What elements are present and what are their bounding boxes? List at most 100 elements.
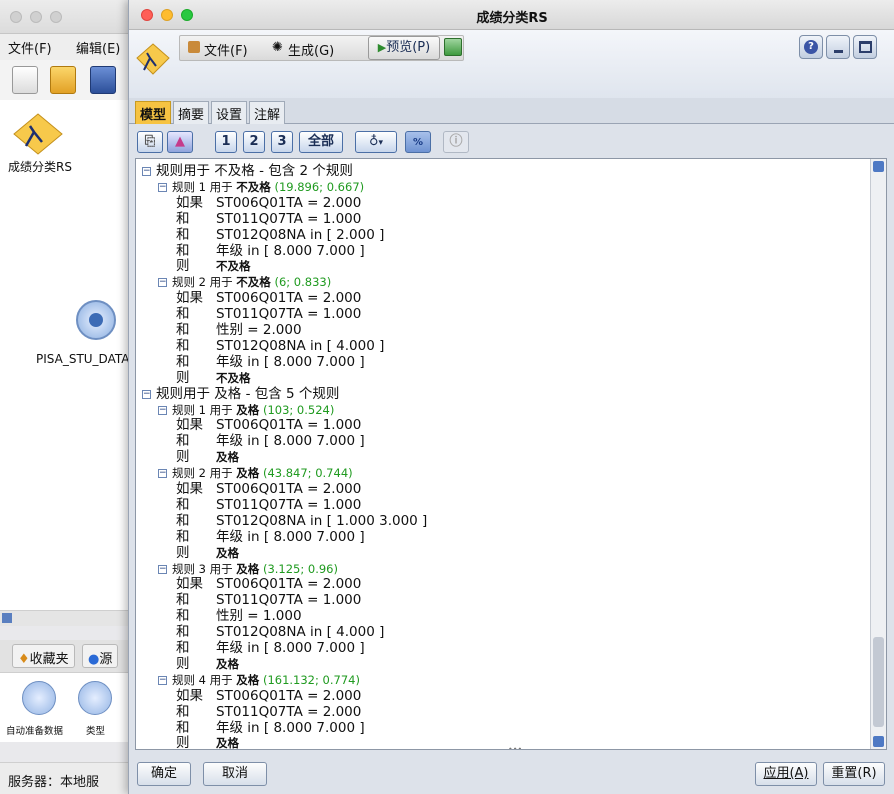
vertical-scrollbar[interactable] bbox=[870, 159, 886, 749]
tab-model[interactable]: 模型 bbox=[135, 101, 172, 124]
cancel-button[interactable]: 取消 bbox=[203, 762, 267, 786]
rule-group-title: 规则用于 不及格 - 包含 2 个规则 bbox=[156, 163, 353, 179]
rule-keyword: 则 bbox=[176, 258, 190, 275]
collapse-icon[interactable]: − bbox=[158, 675, 167, 685]
help-button[interactable]: ? bbox=[799, 35, 823, 59]
rule-row[interactable]: − 规则 2 用于 不及格 (6; 0.833) bbox=[158, 274, 331, 290]
chevron-down-icon: ▾ bbox=[378, 138, 384, 148]
expand-all-button[interactable]: 全部 bbox=[299, 131, 343, 153]
rule-keyword: 和 bbox=[176, 640, 190, 656]
rule-condition: 性别 = 1.000 bbox=[216, 608, 302, 625]
dialog-titlebar: 成绩分类RS bbox=[129, 0, 894, 30]
rule-condition: ST006Q01TA = 2.000 bbox=[216, 290, 362, 307]
rule-target: 不及格 bbox=[236, 179, 271, 194]
scroll-left-icon[interactable] bbox=[2, 613, 12, 623]
scroll-thumb[interactable] bbox=[873, 637, 884, 727]
model-dialog: 成绩分类RS 文件(F) ✺ 生成(G) ▶预览(P) ? 模型 摘要 设置 注… bbox=[128, 0, 894, 794]
rule-consequent: 不及格 bbox=[216, 370, 251, 385]
rule-condition: ST006Q01TA = 2.000 bbox=[216, 576, 362, 593]
tab-annotations[interactable]: 注解 bbox=[249, 101, 286, 124]
tab-sources[interactable]: ●源 bbox=[82, 644, 119, 668]
minimize-button[interactable] bbox=[826, 35, 850, 59]
rule-row[interactable]: − 规则 3 用于 及格 (3.125; 0.96) bbox=[158, 561, 338, 577]
scroll-down-icon[interactable] bbox=[873, 736, 884, 747]
rule-consequent-row: 则 及格 bbox=[176, 545, 239, 561]
rule-stats: (3.125; 0.96) bbox=[259, 561, 338, 576]
data-source-icon[interactable] bbox=[76, 300, 116, 340]
rule-condition-row: 和 ST011Q07TA = 2.000 bbox=[176, 704, 361, 720]
rule-keyword: 和 bbox=[176, 322, 190, 338]
rule-condition-row: 如果 ST006Q01TA = 1.000 bbox=[176, 417, 361, 433]
rule-condition: 年级 in [ 8.000 7.000 ] bbox=[216, 353, 365, 370]
rule-keyword: 和 bbox=[176, 512, 190, 529]
tab-settings[interactable]: 设置 bbox=[211, 101, 248, 124]
rule-group-row[interactable]: − 规则用于 不及格 - 包含 2 个规则 bbox=[142, 163, 353, 179]
copy-button[interactable]: ⎘ bbox=[137, 131, 163, 153]
rule-keyword: 和 bbox=[176, 592, 190, 609]
level-3-button[interactable]: 3 bbox=[271, 131, 293, 153]
rule-condition: ST012Q08NA in [ 4.000 ] bbox=[216, 337, 385, 354]
close-icon[interactable] bbox=[10, 11, 22, 23]
rule-group-title: 规则用于 及格 - 包含 5 个规则 bbox=[156, 385, 340, 402]
preview-button[interactable]: ▶预览(P) bbox=[368, 36, 440, 60]
reset-button[interactable]: 重置(R) bbox=[823, 762, 885, 786]
collapse-icon[interactable]: − bbox=[158, 564, 167, 574]
rule-condition: ST012Q08NA in [ 4.000 ] bbox=[216, 624, 385, 641]
rule-keyword: 如果 bbox=[176, 290, 203, 307]
maximize-button[interactable] bbox=[853, 35, 877, 59]
rank-button[interactable]: ▲ bbox=[167, 131, 193, 153]
menu-edit[interactable]: 编辑(E) bbox=[76, 38, 120, 57]
rule-row[interactable]: − 规则 1 用于 不及格 (19.896; 0.667) bbox=[158, 179, 364, 195]
node-label: PISA_STU_DATA_ bbox=[36, 352, 136, 366]
menu-file[interactable]: 文件(F) bbox=[204, 40, 248, 59]
canvas-horizontal-scrollbar[interactable] bbox=[0, 610, 135, 626]
chart-icon: ▲ bbox=[175, 134, 185, 149]
dialog-footer: 确定 取消 应用(A) 重置(R) bbox=[129, 754, 894, 794]
rule-consequent-row: 则 及格 bbox=[176, 735, 239, 749]
rule-group-row[interactable]: − 规则用于 及格 - 包含 5 个规则 bbox=[142, 386, 339, 402]
zoom-icon[interactable] bbox=[50, 11, 62, 23]
collapse-icon[interactable]: − bbox=[158, 469, 167, 479]
export-icon[interactable] bbox=[444, 38, 462, 56]
level-2-button[interactable]: 2 bbox=[243, 131, 265, 153]
show-stats-toggle[interactable]: % bbox=[405, 131, 431, 153]
level-1-button[interactable]: 1 bbox=[215, 131, 237, 153]
rule-tree[interactable]: − 规则用于 不及格 - 包含 2 个规则 − 规则 1 用于 不及格 (19.896… bbox=[136, 159, 870, 749]
collapse-icon[interactable]: − bbox=[158, 278, 167, 288]
rule-condition: ST012Q08NA in [ 1.000 3.000 ] bbox=[216, 512, 428, 529]
rule-target: 及格 bbox=[236, 402, 260, 417]
rule-keyword: 和 bbox=[176, 242, 190, 259]
menu-file[interactable]: 文件(F) bbox=[8, 38, 52, 57]
open-folder-icon[interactable] bbox=[50, 66, 76, 94]
stream-canvas[interactable]: 成绩分类RS PISA_STU_DATA_ bbox=[0, 100, 135, 610]
scroll-up-icon[interactable] bbox=[873, 161, 884, 172]
info-button[interactable]: ⓘ bbox=[443, 131, 469, 153]
save-icon[interactable] bbox=[90, 66, 116, 94]
collapse-icon[interactable]: − bbox=[158, 405, 167, 415]
auto-data-prep-icon[interactable] bbox=[22, 681, 56, 715]
type-node-icon[interactable] bbox=[78, 681, 112, 715]
rule-keyword: 如果 bbox=[176, 194, 203, 211]
rule-row[interactable]: − 规则 4 用于 及格 (161.132; 0.774) bbox=[158, 672, 360, 688]
server-status: 服务器：本地服 bbox=[8, 775, 100, 790]
options-dropdown[interactable]: ♁▾ bbox=[355, 131, 397, 153]
minimize-icon[interactable] bbox=[30, 11, 42, 23]
tab-favorites[interactable]: ♦收藏夹 bbox=[12, 644, 75, 668]
palette-node-label: 自动准备数据 bbox=[6, 726, 64, 737]
model-nugget-icon[interactable] bbox=[12, 112, 64, 156]
ok-button[interactable]: 确定 bbox=[137, 762, 191, 786]
apply-button[interactable]: 应用(A) bbox=[755, 762, 817, 786]
collapse-icon[interactable]: − bbox=[158, 182, 167, 192]
rule-row[interactable]: − 规则 2 用于 及格 (43.847; 0.744) bbox=[158, 465, 353, 481]
rule-tree-panel: − 规则用于 不及格 - 包含 2 个规则 − 规则 1 用于 不及格 (19.896… bbox=[135, 158, 887, 750]
resize-grip-icon[interactable]: ••• bbox=[508, 745, 528, 749]
tab-summary[interactable]: 摘要 bbox=[173, 101, 210, 124]
rule-consequent-row: 则 不及格 bbox=[176, 370, 251, 386]
new-file-icon[interactable] bbox=[12, 66, 38, 94]
collapse-icon[interactable]: − bbox=[142, 389, 151, 399]
collapse-icon[interactable]: − bbox=[142, 167, 151, 176]
menu-generate[interactable]: 生成(G) bbox=[288, 40, 334, 59]
rule-row[interactable]: − 规则 1 用于 及格 (103; 0.524) bbox=[158, 402, 334, 418]
palette-node-label: 类型 bbox=[86, 726, 106, 737]
rule-keyword: 和 bbox=[176, 306, 190, 323]
